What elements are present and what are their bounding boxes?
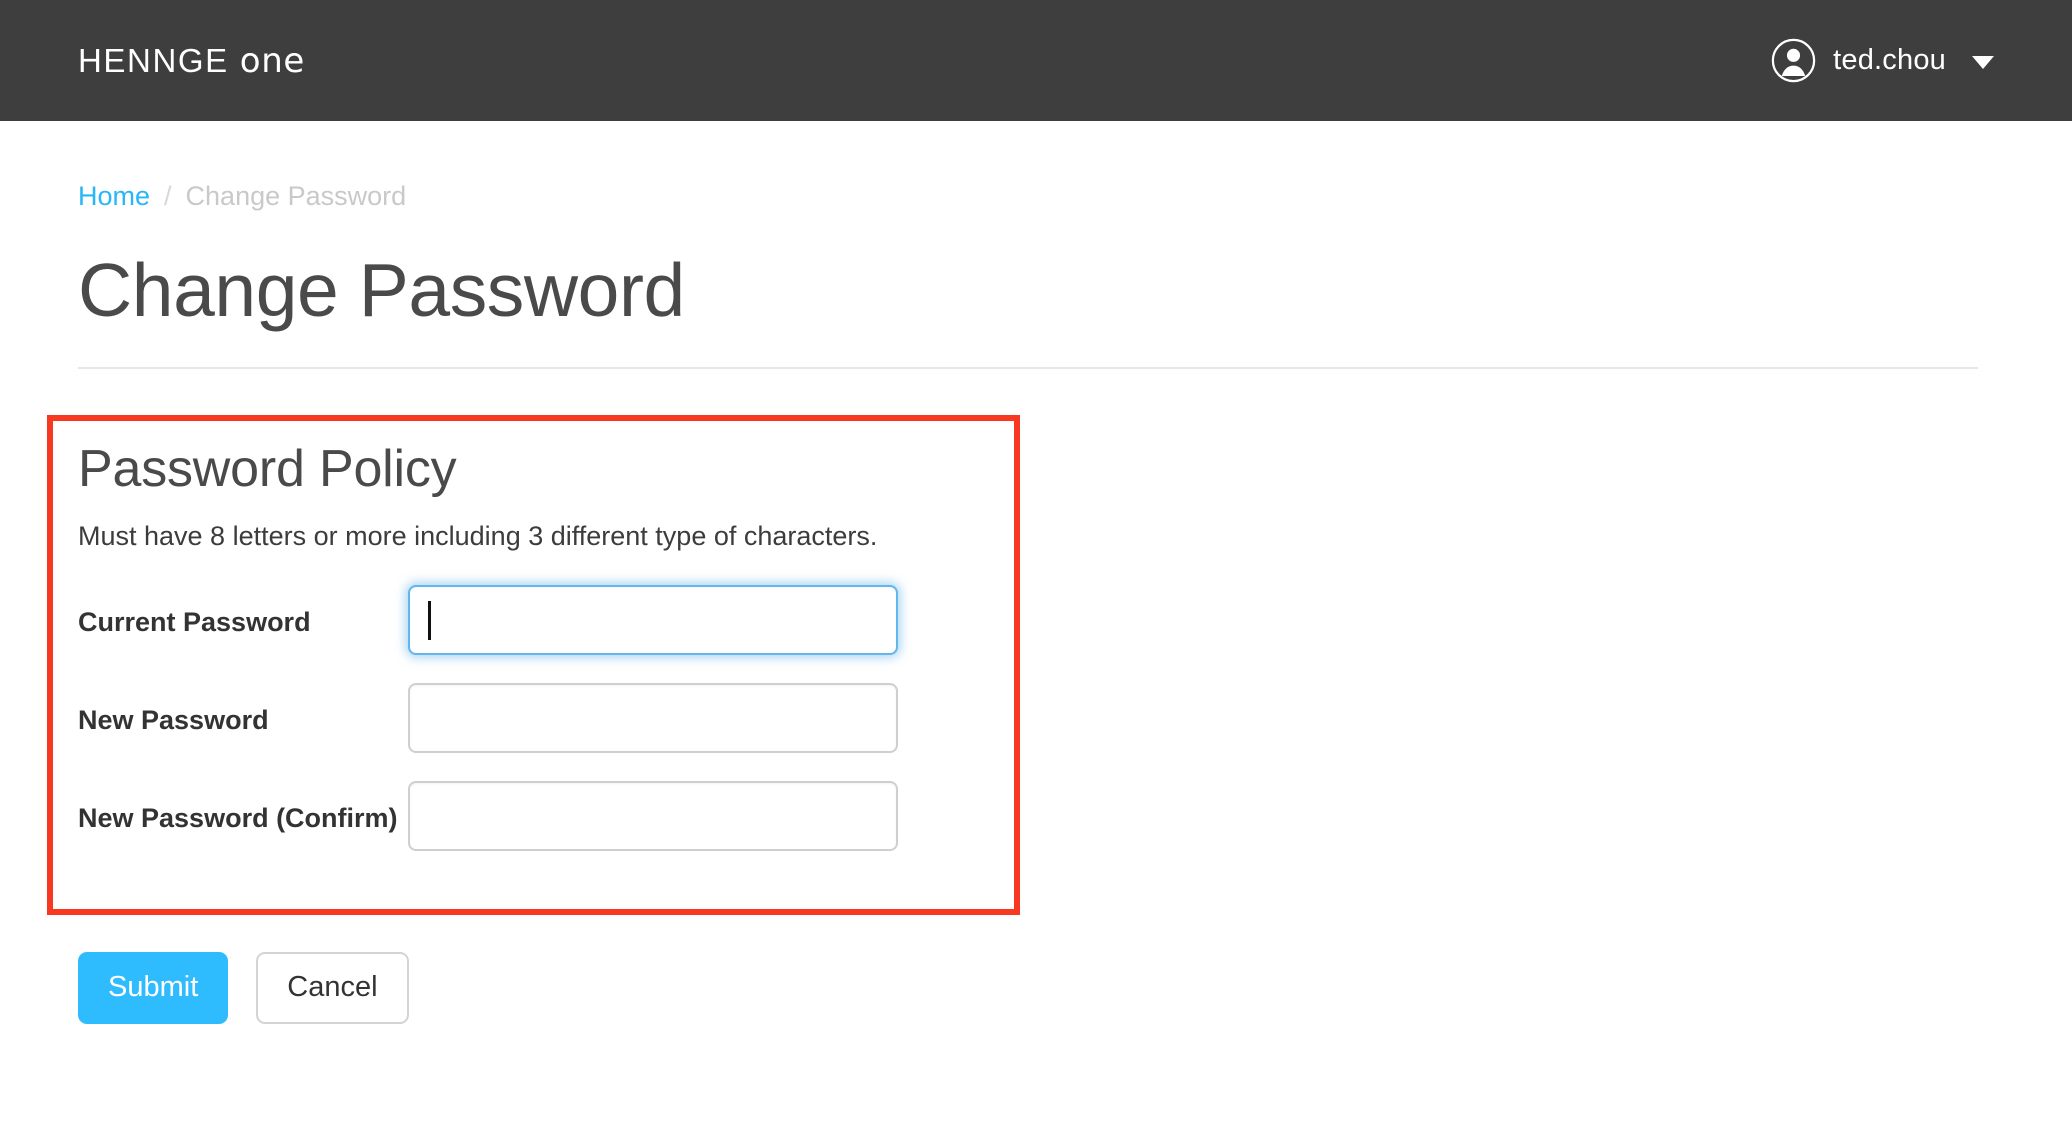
form-actions: Submit Cancel [78,952,409,1024]
page-content: Home / Change Password Change Password [0,121,2072,369]
breadcrumb-separator: / [164,181,172,211]
top-header-bar: HENNGE one ted.chou [0,0,2072,121]
brand-name-sub: one [239,40,305,81]
form-row-new-password: New Password [78,682,998,753]
change-password-form: Current Password New Password New Passwo… [78,584,998,851]
form-row-current-password: Current Password [78,584,998,655]
page-title: Change Password [78,248,685,332]
cancel-button[interactable]: Cancel [256,952,409,1024]
password-policy-panel: Password Policy Must have 8 letters or m… [78,442,998,851]
breadcrumb-current: Change Password [185,181,407,211]
text-cursor [428,600,431,640]
current-password-input-wrapper [408,584,898,655]
user-avatar-icon [1771,38,1816,83]
current-password-label: Current Password [78,606,311,637]
new-password-confirm-input[interactable] [408,780,898,851]
new-password-input-wrapper [408,682,898,753]
user-name-label: ted.chou [1833,44,1946,76]
current-password-input[interactable] [408,584,898,655]
new-password-confirm-label: New Password (Confirm) [78,802,398,833]
chevron-down-icon[interactable] [1972,55,1994,69]
new-password-confirm-input-wrapper [408,780,898,851]
user-menu[interactable]: ted.chou [1771,38,1994,83]
brand-name-main: HENNGE [78,41,229,79]
form-row-new-password-confirm: New Password (Confirm) [78,780,998,851]
breadcrumb-home-link[interactable]: Home [78,181,150,212]
title-divider [78,367,1978,369]
password-policy-description: Must have 8 letters or more including 3 … [78,520,878,551]
password-policy-title: Password Policy [78,440,457,498]
submit-button[interactable]: Submit [78,952,229,1024]
breadcrumb: Home / Change Password [78,181,2072,212]
new-password-input[interactable] [408,682,898,753]
new-password-label: New Password [78,704,269,735]
hennge-one-logo: HENNGE one [78,41,305,81]
